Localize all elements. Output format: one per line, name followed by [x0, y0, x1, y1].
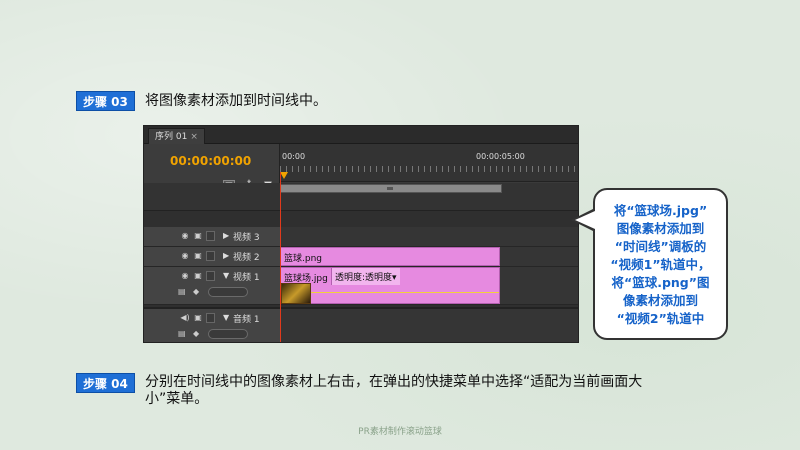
- ruler-mid-label: 00:00:05:00: [476, 152, 525, 161]
- callout-line: 图像素材添加到: [616, 221, 705, 236]
- collapse-triangle-icon[interactable]: ▼: [223, 271, 229, 280]
- lane-audio-1[interactable]: [280, 307, 578, 342]
- step-03-text: 将图像素材添加到时间线中。: [145, 93, 327, 109]
- expand-triangle-icon[interactable]: ▶: [223, 251, 229, 260]
- callout-bubble: 将“篮球场.jpg” 图像素材添加到 “时间线”调板的 “视频1”轨道中， 将“…: [593, 188, 728, 340]
- track-header-video-1[interactable]: ◉ ▣ ▼ 视频 1 ▤ ◆: [144, 267, 280, 305]
- display-style-icon[interactable]: ▤: [178, 329, 190, 339]
- keyframe-nav-icon[interactable]: ◆: [193, 287, 205, 297]
- lock-toggle[interactable]: [206, 313, 215, 323]
- callout-line: 像素材添加到: [622, 293, 698, 308]
- film-icon[interactable]: ▣: [193, 251, 203, 261]
- ruler-ticks: [280, 166, 578, 172]
- close-icon[interactable]: ×: [190, 132, 198, 142]
- film-icon[interactable]: ▣: [193, 313, 203, 323]
- lock-toggle[interactable]: [206, 271, 215, 281]
- track-name: 音频 1: [233, 315, 260, 325]
- playhead-handle[interactable]: [280, 172, 288, 179]
- clip-name: 篮球.png: [284, 254, 322, 264]
- callout-line: 将“篮球.png”图: [611, 275, 710, 290]
- keyframe-nav-icon[interactable]: ◆: [193, 329, 205, 339]
- track-header-audio-1[interactable]: ◀) ▣ ▼ 音频 1 ▤ ◆: [144, 307, 280, 342]
- clip-thumbnail: [281, 283, 311, 304]
- track-header-video-3[interactable]: ◉ ▣ ▶ 视频 3: [144, 227, 280, 247]
- callout-tail-fill: [575, 211, 595, 229]
- lane-video-3[interactable]: [280, 227, 578, 247]
- track-header-video-2[interactable]: ◉ ▣ ▶ 视频 2: [144, 247, 280, 267]
- tab-sequence-01[interactable]: 序列 01 ×: [148, 128, 205, 144]
- timecode-display[interactable]: 00:00:00:00: [170, 154, 251, 168]
- time-ruler[interactable]: 00:00 00:00:05:00: [280, 144, 578, 182]
- lock-toggle[interactable]: [206, 231, 215, 241]
- keyframe-navigator[interactable]: [208, 329, 248, 339]
- eye-icon[interactable]: ◉: [180, 231, 190, 241]
- clip-basketball-png[interactable]: 篮球.png: [280, 247, 500, 266]
- ruler-start-label: 00:00: [282, 152, 306, 161]
- work-area-grip: [387, 187, 393, 190]
- step-03-badge: 步骤 03: [76, 91, 135, 111]
- step-04-text-line1: 分别在时间线中的图像素材上右击，在弹出的快捷菜单中选择“适配为当前画面大: [145, 374, 643, 390]
- lock-toggle[interactable]: [206, 251, 215, 261]
- film-icon[interactable]: ▣: [193, 271, 203, 281]
- callout-line: 将“篮球场.jpg”: [613, 203, 708, 218]
- track-name: 视频 3: [233, 233, 260, 243]
- eye-icon[interactable]: ◉: [180, 251, 190, 261]
- lane-video-1[interactable]: 篮球场.jpg 透明度:透明度▾: [280, 267, 578, 305]
- step-04-badge: 步骤 04: [76, 373, 135, 393]
- display-style-icon[interactable]: ▤: [178, 287, 190, 297]
- opacity-dropdown[interactable]: 透明度:透明度▾: [331, 268, 400, 285]
- tab-bar: 序列 01 ×: [144, 126, 578, 144]
- speaker-icon[interactable]: ◀): [180, 313, 190, 323]
- opacity-line[interactable]: [311, 292, 499, 293]
- collapse-triangle-icon[interactable]: ▼: [223, 313, 229, 322]
- lane-video-2[interactable]: 篮球.png: [280, 247, 578, 267]
- callout-line: “视频2”轨道中: [616, 311, 705, 326]
- step-04-text-line2: 小”菜单。: [145, 391, 209, 407]
- premiere-timeline-panel: 序列 01× 00:00:00:00 ⊡ ♁ ▼ 00:00 00:00:05:…: [143, 125, 579, 343]
- track-name: 视频 1: [233, 273, 260, 283]
- work-area-bar[interactable]: [280, 184, 502, 193]
- keyframe-navigator[interactable]: [208, 287, 248, 297]
- footer-caption: PR素材制作滚动篮球: [358, 427, 442, 437]
- expand-triangle-icon[interactable]: ▶: [223, 231, 229, 240]
- callout-line: “时间线”调板的: [614, 239, 707, 254]
- callout-line: “视频1”轨道中，: [610, 257, 711, 272]
- eye-icon[interactable]: ◉: [180, 271, 190, 281]
- tab-label: 序列 01: [155, 132, 188, 142]
- clip-court-jpg[interactable]: 篮球场.jpg 透明度:透明度▾: [280, 267, 500, 304]
- track-name: 视频 2: [233, 253, 260, 263]
- film-icon[interactable]: ▣: [193, 231, 203, 241]
- playhead-line[interactable]: [280, 172, 281, 342]
